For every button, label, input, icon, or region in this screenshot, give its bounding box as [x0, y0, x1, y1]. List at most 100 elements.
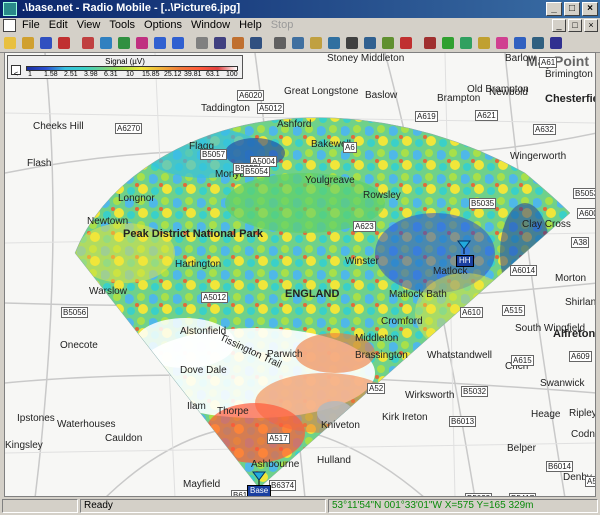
menu-edit[interactable]: Edit [49, 19, 68, 31]
place-label: Ripley [569, 408, 596, 419]
road-shield: A632 [533, 124, 556, 135]
place-label: Alfreton [553, 328, 596, 340]
signal-legend[interactable]: Signal (µV) < 1 1.58 2.51 3.98 6.31 10 1… [7, 55, 243, 79]
child-restore-button[interactable]: □ [568, 19, 582, 32]
place-label: Great Longstone [284, 86, 359, 97]
child-close-button[interactable]: × [584, 19, 598, 32]
coverage-icon[interactable] [476, 35, 492, 51]
title-bar[interactable]: .\base.net - Radio Mobile - [..\Picture6… [0, 0, 600, 18]
place-label: Cheeks Hill [33, 121, 84, 132]
legend-tick: 15.85 [142, 71, 160, 78]
antenna-icon[interactable] [80, 35, 96, 51]
picture-icon[interactable] [230, 35, 246, 51]
menu-window[interactable]: Window [191, 19, 230, 31]
map-view[interactable]: Signal (µV) < 1 1.58 2.51 3.98 6.31 10 1… [4, 52, 596, 497]
legend-tick: 1.58 [44, 71, 58, 78]
minimize-button[interactable]: _ [546, 2, 562, 16]
road-shield: A6270 [115, 123, 143, 134]
menu-stop[interactable]: Stop [271, 19, 294, 31]
back-arrow-icon[interactable] [152, 35, 168, 51]
crop-icon[interactable] [380, 35, 396, 51]
paste-icon[interactable] [308, 35, 324, 51]
place-label: Swanwick [540, 378, 585, 389]
color-icon[interactable] [512, 35, 528, 51]
menu-tools[interactable]: Tools [109, 19, 135, 31]
child-minimize-button[interactable]: _ [552, 19, 566, 32]
place-label: Baslow [365, 90, 398, 101]
place-label: Newtown [87, 216, 129, 227]
place-label: Matlock Bath [389, 289, 447, 300]
window-controls: _ □ × [546, 2, 598, 16]
new-icon[interactable] [2, 35, 18, 51]
menu-view[interactable]: View [77, 19, 101, 31]
clear-icon[interactable] [398, 35, 414, 51]
open-icon[interactable] [20, 35, 36, 51]
place-label: Shirland [565, 297, 596, 308]
legend-tick: < [14, 71, 19, 78]
road-shield: A609 [569, 351, 592, 362]
road-shield: A6 [343, 142, 357, 153]
close-button[interactable]: × [582, 2, 598, 16]
window-icon[interactable] [194, 35, 210, 51]
select-icon[interactable] [362, 35, 378, 51]
maximize-button[interactable]: □ [564, 2, 580, 16]
road-shield: A515 [502, 305, 525, 316]
document-icon[interactable] [3, 19, 16, 32]
rainbow-icon[interactable] [494, 35, 510, 51]
save-icon[interactable] [38, 35, 54, 51]
legend-tick: 3.98 [84, 71, 98, 78]
antenna-icon [252, 471, 266, 485]
link-icon[interactable] [422, 35, 438, 51]
legend-tick: 100 [226, 71, 238, 78]
place-label: Cauldon [105, 433, 143, 444]
road-shield: A615 [511, 355, 534, 366]
zoom-icon[interactable] [344, 35, 360, 51]
road-shield: A61 [539, 57, 558, 68]
place-label: Brampton [437, 93, 481, 104]
place-label: Warslow [89, 286, 127, 297]
road-shield: B6374 [269, 480, 297, 491]
place-label: Matlock [433, 266, 468, 277]
save-picture-icon[interactable] [248, 35, 264, 51]
legend-tick: 25.12 [164, 71, 182, 78]
radio-icon[interactable] [134, 35, 150, 51]
place-label: Onecote [60, 340, 98, 351]
menu-options[interactable]: Options [144, 19, 182, 31]
spectrum-icon[interactable] [548, 35, 564, 51]
place-label: Rowsley [363, 190, 401, 201]
target-icon[interactable] [458, 35, 474, 51]
copy-icon[interactable] [212, 35, 228, 51]
place-label: Barlow [505, 53, 536, 64]
merge-icon[interactable] [290, 35, 306, 51]
road-shield: B6014 [546, 461, 574, 472]
chart-icon[interactable] [530, 35, 546, 51]
app-icon[interactable] [3, 2, 17, 16]
place-label: Taddington [201, 103, 250, 114]
place-label: Ipstones [17, 413, 55, 424]
window-title: .\base.net - Radio Mobile - [..\Picture6… [22, 2, 241, 14]
road-shield: A610 [460, 307, 483, 318]
status-coordinates: 53°11'54"N 001°33'01"W X=575 Y=165 329m [328, 499, 598, 513]
legend-tick: 6.31 [104, 71, 118, 78]
place-label: Middleton [355, 333, 399, 344]
place-label: Wingerworth [510, 151, 567, 162]
toolbar [0, 34, 600, 53]
net-icon[interactable] [116, 35, 132, 51]
green-circle-icon[interactable] [440, 35, 456, 51]
antenna-icon [457, 240, 471, 254]
print-icon[interactable] [272, 35, 288, 51]
forward-arrow-icon[interactable] [170, 35, 186, 51]
menu-file[interactable]: File [22, 19, 40, 31]
place-label: Hartington [175, 259, 222, 270]
scissors-icon[interactable] [56, 35, 72, 51]
road-shield: A6007 [577, 208, 595, 219]
place-label: Kirk Ireton [382, 412, 428, 423]
image-icon[interactable] [326, 35, 342, 51]
globe-icon[interactable] [98, 35, 114, 51]
site-hh-label: HH [456, 255, 474, 267]
road-shield: A5012 [201, 292, 229, 303]
place-label: Belper [507, 443, 536, 454]
legend-tick: 10 [126, 71, 134, 78]
place-label: Ilam [187, 401, 206, 412]
menu-help[interactable]: Help [239, 19, 262, 31]
